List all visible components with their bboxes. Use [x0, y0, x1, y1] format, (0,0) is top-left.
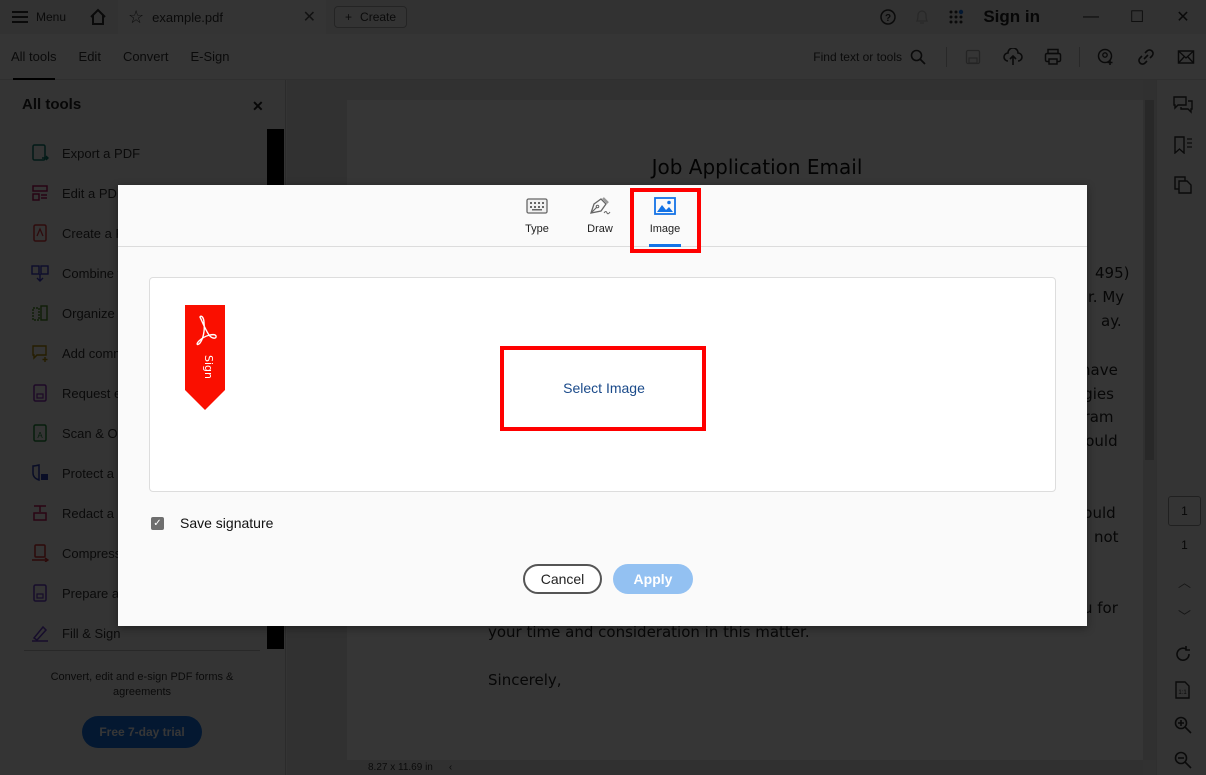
signature-mode-tabs: Type Draw Image — [118, 185, 1087, 247]
image-drop-area[interactable]: Sign Select Image — [149, 277, 1056, 492]
adobe-sign-badge-icon: Sign — [185, 305, 225, 410]
save-signature-option[interactable]: ✓ Save signature — [151, 515, 273, 531]
apply-button[interactable]: Apply — [613, 564, 693, 594]
pen-nib-icon — [588, 193, 612, 219]
cancel-button[interactable]: Cancel — [523, 564, 602, 594]
tab-type-label: Type — [525, 223, 549, 235]
tab-draw[interactable]: Draw — [575, 193, 625, 247]
image-tab-highlight-box — [630, 188, 701, 253]
select-image-highlight-box — [500, 346, 706, 431]
save-signature-checkbox[interactable]: ✓ — [151, 516, 164, 530]
keyboard-icon — [526, 193, 548, 219]
tab-draw-label: Draw — [587, 223, 613, 235]
tab-type[interactable]: Type — [512, 193, 562, 247]
signature-dialog: Type Draw Image Sign Select Image ✓ Save… — [118, 185, 1087, 626]
save-signature-label: Save signature — [180, 515, 274, 531]
sign-badge-text: Sign — [202, 355, 215, 379]
